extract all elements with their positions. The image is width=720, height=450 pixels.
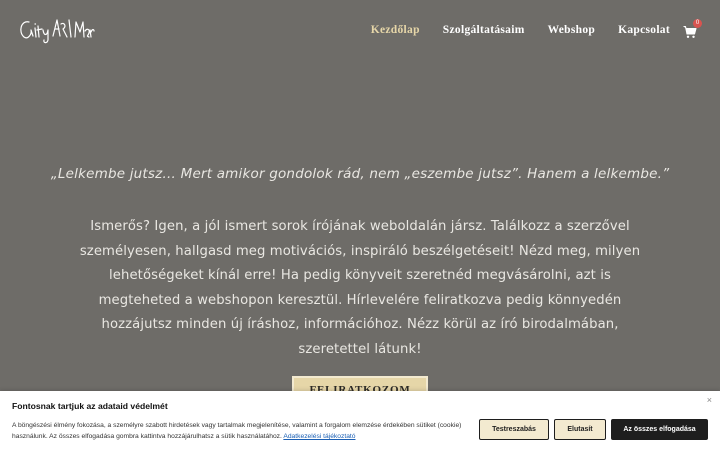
main-nav: Kezdőlap Szolgáltatásaim Webshop Kapcsol… <box>371 24 670 36</box>
customize-button[interactable]: Testreszabás <box>479 419 549 440</box>
nav-item-services[interactable]: Szolgáltatásaim <box>443 24 525 36</box>
signature-logo[interactable] <box>17 16 95 44</box>
accept-all-button[interactable]: Az összes elfogadása <box>611 419 708 440</box>
close-icon[interactable]: × <box>707 395 712 405</box>
cookie-banner: Fontosnak tartjuk az adataid védelmét × … <box>0 391 720 450</box>
cookie-description: A böngészési élmény fokozása, a személyr… <box>12 422 462 440</box>
nav-item-home[interactable]: Kezdőlap <box>371 24 420 36</box>
hero-intro-text: Ismerős? Igen, a jól ismert sorok íróján… <box>79 219 641 357</box>
cookie-text: A böngészési élmény fokozása, a személyr… <box>12 420 462 442</box>
cookie-title: Fontosnak tartjuk az adataid védelmét <box>12 401 168 411</box>
cart-count-badge: 0 <box>693 19 702 28</box>
site-header: Kezdőlap Szolgáltatásaim Webshop Kapcsol… <box>0 0 720 62</box>
cart-button[interactable]: 0 <box>683 19 702 40</box>
hero-quote: „Lelkembe jutsz… Mert amikor gondolok rá… <box>50 166 670 182</box>
nav-item-contact[interactable]: Kapcsolat <box>618 24 670 36</box>
nav-item-webshop[interactable]: Webshop <box>548 24 595 36</box>
privacy-policy-link[interactable]: Adatkezelési tájékoztató <box>283 433 355 440</box>
reject-button[interactable]: Elutasít <box>554 419 606 440</box>
